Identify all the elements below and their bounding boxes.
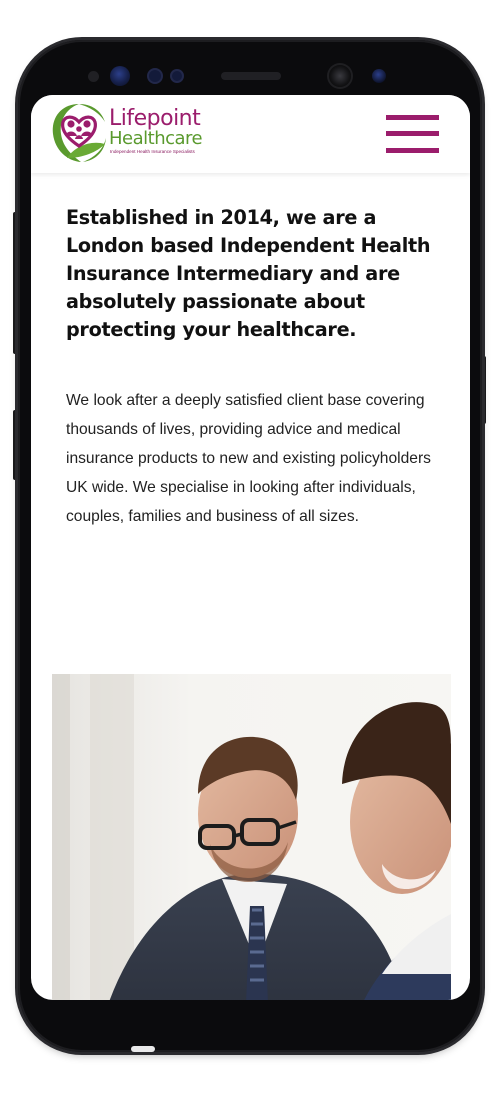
brand-logo[interactable]: Lifepoint Healthcare Independent Health … [49,100,219,166]
iris-scanner [110,66,130,86]
proximity-sensor [88,71,99,82]
iris-camera [372,69,386,83]
business-meeting-photo [52,674,451,1000]
front-camera [329,65,351,87]
intro-paragraph: We look after a deeply satisfied client … [66,392,431,525]
hamburger-menu-icon[interactable] [386,113,439,155]
light-sensor [149,70,161,82]
brand-tagline: Independent Health Insurance Specialists [110,149,195,154]
menu-bar-top [386,115,439,120]
intro-headline: Established in 2014, we are a London bas… [66,206,431,341]
heart-people-icon [52,104,106,162]
brand-name-healthcare: Healthcare [109,128,203,149]
site-header: Lifepoint Healthcare Independent Health … [31,95,470,173]
earpiece-speaker [221,72,281,80]
bottom-speaker-slot [131,1046,155,1052]
menu-bar-middle [386,131,439,136]
led-indicator [172,71,182,81]
menu-bar-bottom [386,148,439,153]
phone-screen: Lifepoint Healthcare Independent Health … [31,95,470,1000]
